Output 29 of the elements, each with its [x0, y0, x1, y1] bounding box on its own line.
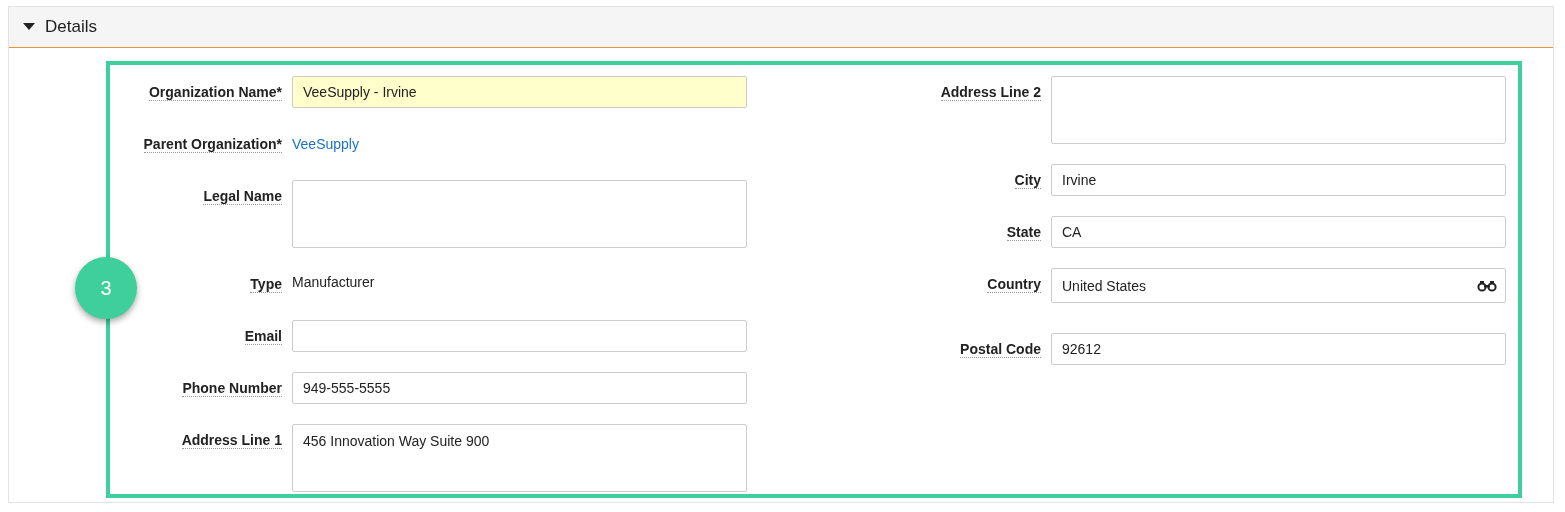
section-title: Details: [45, 17, 97, 37]
text-field[interactable]: VeeSupply - Irvine: [292, 76, 747, 108]
text-field[interactable]: CA: [1051, 216, 1506, 248]
field-label: Address Line 2: [940, 84, 1041, 101]
field-label: Parent Organization*: [143, 136, 282, 153]
binoculars-icon[interactable]: [1477, 280, 1497, 292]
text-field[interactable]: [292, 320, 747, 352]
field-label: Type: [250, 276, 282, 293]
field-label: Email: [244, 328, 282, 345]
text-field[interactable]: 92612: [1051, 333, 1506, 365]
text-field[interactable]: Irvine: [1051, 164, 1506, 196]
field-label: Address Line 1: [181, 432, 282, 449]
text-area[interactable]: [1051, 76, 1506, 144]
section-header[interactable]: Details: [9, 7, 1553, 48]
field-label: City: [1014, 172, 1041, 189]
text-area[interactable]: 456 Innovation Way Suite 900: [292, 424, 747, 492]
step-badge: 3: [75, 257, 137, 319]
field-label: State: [1006, 224, 1041, 241]
field-label: Postal Code: [960, 341, 1041, 358]
parent-organization-link[interactable]: VeeSupply: [292, 136, 359, 152]
text-area[interactable]: [292, 180, 747, 248]
field-label: Organization Name*: [148, 84, 282, 101]
caret-icon: [23, 23, 35, 31]
field-value: Manufacturer: [292, 274, 375, 290]
field-label: Legal Name: [203, 188, 282, 205]
field-label: Country: [987, 276, 1041, 293]
field-label: Phone Number: [182, 380, 282, 397]
lookup-field[interactable]: United States: [1051, 268, 1506, 303]
text-field[interactable]: 949-555-5555: [292, 372, 747, 404]
